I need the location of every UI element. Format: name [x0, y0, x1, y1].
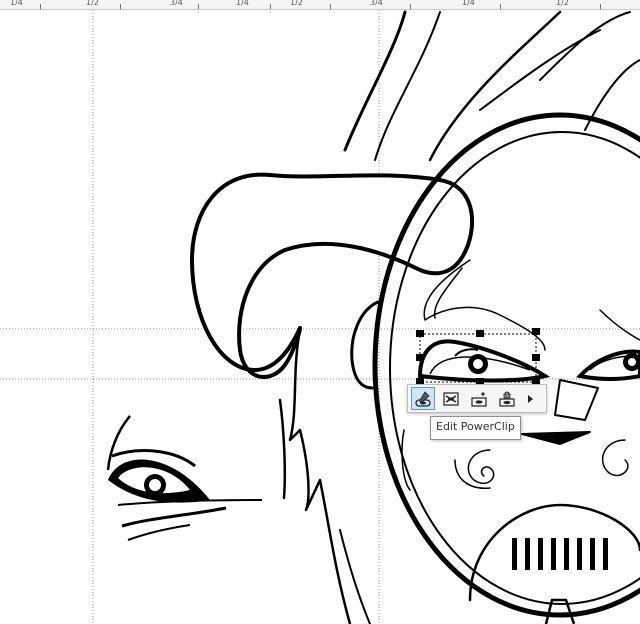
- lock-contents-icon: [499, 391, 515, 407]
- ruler-tick: [270, 4, 271, 9]
- mane-left-stroke: [339, 529, 371, 624]
- mane-left-stroke: [278, 398, 287, 500]
- ruler-tick: [120, 4, 121, 9]
- horizontal-ruler[interactable]: 1/4 1/2 3/4 1/4 1/2 3/4 1/4 1/2: [0, 0, 640, 10]
- ruler-tick: [600, 4, 601, 9]
- ruler-label: 1/4: [236, 0, 249, 7]
- left-eye-group: [106, 415, 263, 541]
- ruler-label: 1/4: [462, 0, 475, 7]
- mane-stroke: [374, 11, 441, 161]
- mane-stroke: [428, 10, 562, 162]
- ruler-label: 1/2: [556, 0, 569, 7]
- more-options-button[interactable]: [523, 387, 537, 410]
- extract-contents-button[interactable]: [467, 387, 491, 410]
- nose-shape: [554, 379, 599, 421]
- artwork: [0, 10, 640, 624]
- ruler-tick: [330, 4, 331, 9]
- powerclip-context-toolbar: [407, 384, 547, 413]
- ruler-tick: [198, 4, 199, 9]
- ruler-tick: [410, 4, 411, 9]
- brow-line: [599, 309, 640, 341]
- select-contents-icon: [443, 391, 459, 406]
- selected-eye-powerclip[interactable]: [417, 339, 551, 383]
- ruler-tick: [500, 4, 501, 9]
- edit-powerclip-button[interactable]: [411, 387, 435, 410]
- chevron-right-icon: [528, 394, 533, 403]
- ruler-label: 3/4: [370, 0, 383, 7]
- lock-contents-button[interactable]: [495, 387, 519, 410]
- extract-contents-icon: [471, 391, 487, 407]
- ruler-label: 1/2: [86, 0, 99, 7]
- drawing-canvas[interactable]: [0, 10, 640, 624]
- guidelines: [0, 10, 640, 624]
- select-contents-button[interactable]: [439, 387, 463, 410]
- edit-powerclip-icon: [415, 390, 431, 407]
- ruler-label: 1/4: [10, 0, 23, 7]
- cheek-swirl: [467, 449, 495, 485]
- mane-stroke: [343, 10, 407, 152]
- ruler-label: 3/4: [170, 0, 183, 7]
- teeth: [512, 538, 608, 570]
- nostril-shape: [521, 431, 591, 445]
- right-eye-group: [576, 349, 640, 381]
- ruler-label: 1/2: [290, 0, 303, 7]
- tooltip: Edit PowerClip: [430, 416, 521, 440]
- mane-stroke: [539, 11, 631, 81]
- cheek-swirl: [602, 439, 629, 477]
- mane-left-stroke: [288, 328, 352, 624]
- ruler-tick: [40, 4, 41, 9]
